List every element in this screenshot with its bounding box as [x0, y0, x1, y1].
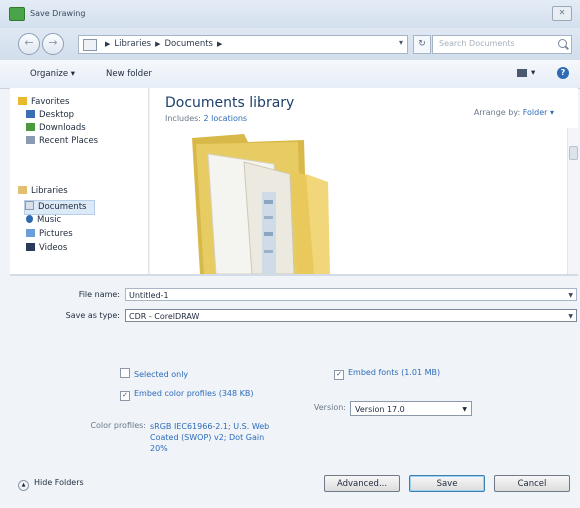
library-includes: Includes: 2 locations: [165, 114, 247, 123]
views-icon: [517, 68, 527, 77]
advanced-button[interactable]: Advanced...: [324, 475, 400, 492]
new-folder-button[interactable]: New folder: [106, 69, 152, 79]
version-label: Version:: [313, 403, 346, 412]
nav-item-label: Videos: [39, 243, 68, 253]
save-as-type-label: Save as type:: [65, 311, 120, 320]
library-title: Documents library: [165, 95, 295, 111]
change-view-button[interactable]: ▾: [517, 68, 535, 78]
hide-folders-button[interactable]: ▲ Hide Folders: [18, 478, 84, 491]
nav-item-desktop[interactable]: Desktop: [26, 110, 74, 123]
pictures-icon: [26, 229, 35, 237]
version-value: Version 17.0: [355, 405, 405, 414]
includes-prefix: Includes:: [165, 114, 201, 123]
hide-folders-label: Hide Folders: [34, 478, 84, 487]
recent-places-icon: [26, 136, 35, 144]
file-list-pane: Documents library Includes: 2 locations …: [150, 88, 578, 274]
nav-item-label: Recent Places: [39, 136, 99, 146]
checkbox-icon[interactable]: [120, 368, 130, 378]
breadcrumb: ▶ Libraries ▶ Documents ▶: [105, 39, 223, 49]
save-as-type-value: CDR - CorelDRAW: [129, 312, 200, 321]
color-profiles-value: sRGB IEC61966-2.1; U.S. Web Coated (SWOP…: [150, 422, 270, 453]
back-button[interactable]: ←: [18, 33, 40, 55]
file-name-field[interactable]: Untitled-1 ▼: [125, 288, 577, 301]
nav-item-label: Pictures: [39, 229, 73, 239]
embed-fonts-label: Embed fonts (1.01 MB): [348, 368, 441, 377]
chevron-down-icon[interactable]: ▼: [568, 310, 573, 323]
file-name-value: Untitled-1: [129, 291, 169, 300]
coreldraw-app-icon: [9, 7, 25, 21]
selected-only-checkbox[interactable]: Selected only: [120, 368, 188, 379]
check-icon[interactable]: ✓: [120, 391, 130, 401]
music-icon: [26, 215, 33, 223]
nav-libraries-label: Libraries: [31, 186, 68, 196]
scroll-thumb[interactable]: [569, 146, 578, 160]
chevron-down-icon[interactable]: ▼: [462, 402, 467, 417]
folder-icon[interactable]: [186, 130, 334, 274]
embed-fonts-checkbox[interactable]: ✓ Embed fonts (1.01 MB): [334, 368, 440, 380]
arrange-by-dropdown[interactable]: Folder ▾: [523, 108, 554, 117]
nav-favorites-label: Favorites: [31, 97, 70, 107]
cancel-button[interactable]: Cancel: [494, 475, 570, 492]
nav-libraries[interactable]: Libraries: [18, 186, 68, 199]
arrange-prefix: Arrange by:: [473, 108, 521, 117]
nav-item-label: Desktop: [39, 110, 75, 120]
nav-item-music[interactable]: Music: [26, 215, 61, 228]
nav-item-label: Downloads: [39, 123, 86, 133]
includes-locations-link[interactable]: 2 locations: [204, 114, 248, 123]
check-icon[interactable]: ✓: [334, 370, 344, 380]
search-input[interactable]: [433, 36, 551, 51]
organize-button[interactable]: Organize ▾: [30, 69, 75, 79]
star-icon: [18, 97, 27, 105]
documents-icon: [25, 201, 34, 210]
nav-item-downloads[interactable]: Downloads: [26, 123, 86, 136]
desktop-icon: [26, 110, 35, 118]
search-icon[interactable]: [558, 39, 567, 48]
arrange-by: Arrange by: Folder ▾: [474, 108, 554, 117]
breadcrumb-documents[interactable]: Documents: [165, 39, 213, 49]
nav-item-pictures[interactable]: Pictures: [26, 229, 73, 242]
save-as-type-select[interactable]: CDR - CorelDRAW ▼: [125, 309, 577, 322]
help-icon[interactable]: ?: [557, 67, 569, 79]
window-title: Save Drawing: [30, 9, 86, 18]
pane-splitter[interactable]: [10, 274, 578, 276]
views-dropdown-label: ▾: [531, 68, 536, 78]
nav-item-label: Documents: [38, 202, 87, 212]
file-pane-scrollbar[interactable]: [567, 128, 578, 274]
embed-color-profiles-checkbox[interactable]: ✓ Embed color profiles (348 KB): [120, 389, 280, 401]
nav-item-label: Music: [37, 215, 62, 225]
address-row: ← → ▶ Libraries ▶ Documents ▶ ▾ ↻: [0, 28, 580, 60]
version-select[interactable]: Version 17.0 ▼: [350, 401, 472, 416]
close-button[interactable]: ✕: [552, 6, 572, 21]
search-box[interactable]: [432, 35, 572, 54]
save-button[interactable]: Save: [409, 475, 485, 492]
save-drawing-dialog: Save Drawing ✕ ← → ▶ Libraries ▶ Documents ▶…: [0, 0, 580, 508]
selected-only-label: Selected only: [134, 370, 189, 379]
nav-item-documents[interactable]: Documents: [24, 200, 96, 215]
title-bar: Save Drawing ✕: [0, 0, 580, 28]
nav-favorites[interactable]: Favorites: [18, 97, 69, 110]
address-bar[interactable]: ▶ Libraries ▶ Documents ▶ ▾: [78, 35, 408, 54]
refresh-button[interactable]: ↻: [413, 35, 431, 54]
file-name-label: File name:: [78, 290, 120, 299]
library-icon: [83, 39, 97, 51]
embed-color-profiles-label: Embed color profiles (348 KB): [134, 389, 254, 398]
navigation-pane: Favorites Desktop Downloads Recent Place…: [10, 88, 159, 274]
collapse-icon: ▲: [18, 480, 29, 491]
libraries-icon: [18, 186, 27, 194]
videos-icon: [26, 243, 35, 251]
chevron-down-icon[interactable]: ▼: [568, 289, 573, 302]
address-dropdown-icon[interactable]: ▾: [399, 38, 403, 47]
breadcrumb-libraries[interactable]: Libraries: [114, 39, 151, 49]
command-bar: Organize ▾ New folder ▾ ?: [0, 60, 580, 89]
nav-item-recent-places[interactable]: Recent Places: [26, 136, 98, 149]
color-profiles-label: Color profiles:: [90, 421, 146, 430]
forward-button[interactable]: →: [42, 33, 64, 55]
downloads-icon: [26, 123, 35, 131]
nav-item-videos[interactable]: Videos: [26, 243, 67, 256]
